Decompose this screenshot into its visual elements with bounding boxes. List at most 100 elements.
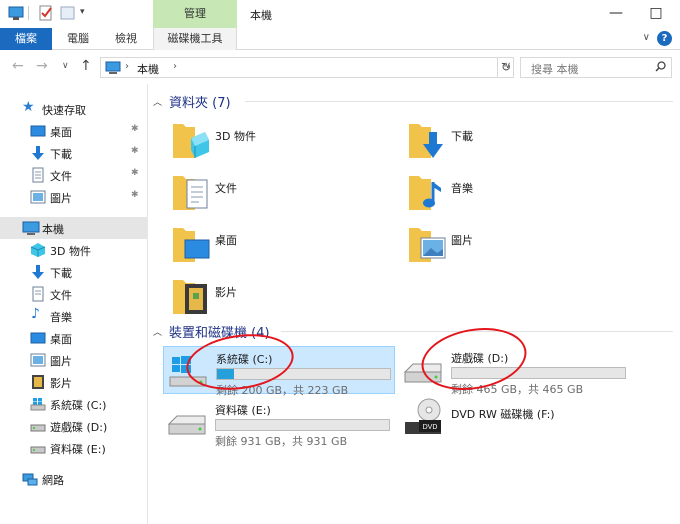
music-icon: ♪ — [31, 306, 40, 322]
recent-locations-icon[interactable]: ∨ — [62, 61, 69, 71]
nav-pc-item[interactable]: 圖片 — [0, 349, 147, 371]
folders-group-header[interactable]: ︿ 資料夾 (7) — [153, 92, 673, 111]
nav-pc-item-label: 文件 — [50, 289, 72, 302]
window-title: 本機 — [250, 9, 272, 22]
system-drive-icon — [30, 396, 46, 412]
drive-item-e[interactable]: 資料碟 (E:) 剩餘 931 GB，共 931 GB — [163, 398, 395, 448]
nav-pc-item[interactable]: ♪ 音樂 — [0, 305, 147, 327]
nav-pc-item-label: 圖片 — [50, 355, 72, 368]
desktop-icon — [30, 123, 46, 139]
pin-icon[interactable]: ✱ — [131, 190, 139, 200]
tab-computer[interactable]: 電腦 — [56, 28, 100, 50]
nav-quick-access[interactable]: ★ 快速存取 — [0, 98, 147, 120]
search-icon — [655, 61, 666, 75]
help-icon[interactable]: ? — [657, 31, 672, 46]
nav-pc-item-label: 遊戲碟 (D:) — [50, 421, 108, 434]
nav-pc-item-label: 桌面 — [50, 333, 72, 346]
maximize-button[interactable]: □ — [636, 2, 676, 26]
3d-objects-folder-icon — [171, 118, 211, 162]
ribbon-expand-icon[interactable]: ∨ — [643, 32, 650, 43]
pin-icon[interactable]: ✱ — [131, 146, 139, 156]
videos-icon — [30, 374, 46, 390]
nav-pc-item[interactable]: 系統碟 (C:) — [0, 393, 147, 415]
new-folder-icon[interactable] — [60, 5, 76, 24]
folder-item[interactable]: 桌面 — [171, 222, 391, 270]
search-input[interactable]: 搜尋 本機 — [520, 57, 672, 78]
nav-quick-item[interactable]: 文件 ✱ — [0, 164, 147, 186]
nav-quick-item-label: 圖片 — [50, 192, 72, 205]
dvd-drive-icon: DVD — [401, 398, 445, 434]
navigation-pane: ★ 快速存取 桌面 ✱ 下載 ✱ 文件 ✱ 圖片 ✱ 本機 3D 物件 下載 文… — [0, 84, 148, 524]
nav-pc-item[interactable]: 文件 — [0, 283, 147, 305]
forward-button[interactable]: → — [36, 58, 48, 74]
nav-network-label: 網路 — [42, 474, 64, 487]
ribbon-tabs: 檔案 電腦 檢視 磁碟機工具 ∨ ? — [0, 28, 680, 50]
folder-item-label: 圖片 — [451, 234, 473, 247]
breadcrumb-this-pc[interactable]: 本機 — [137, 61, 159, 77]
desktop-folder-icon — [171, 222, 211, 266]
hard-drive-icon — [30, 440, 46, 456]
nav-network[interactable]: 網路 — [0, 468, 147, 490]
folder-item[interactable]: 文件 — [171, 170, 391, 218]
downloads-folder-icon — [407, 118, 447, 162]
nav-pc-item-label: 3D 物件 — [50, 245, 91, 258]
pictures-icon — [30, 189, 46, 205]
network-icon — [22, 471, 38, 487]
breadcrumb-separator-icon[interactable]: › — [125, 61, 129, 72]
nav-this-pc[interactable]: 本機 — [0, 217, 147, 239]
nav-pc-item[interactable]: 資料碟 (E:) — [0, 437, 147, 459]
content-area: ︿ 資料夾 (7) 3D 物件 下載 文件 音樂 桌面 圖片 影片 ︿ 裝置和磁… — [149, 84, 680, 524]
nav-pc-item[interactable]: 3D 物件 — [0, 239, 147, 261]
tab-view[interactable]: 檢視 — [104, 28, 148, 50]
folder-item-label: 下載 — [451, 130, 473, 143]
nav-quick-access-label: 快速存取 — [42, 104, 86, 117]
address-toolbar: ← → ∨ ↑ › 本機 › ∨ ↻ 搜尋 本機 — [0, 50, 680, 84]
pin-icon[interactable]: ✱ — [131, 124, 139, 134]
customize-qat-icon[interactable]: ▾ — [80, 7, 85, 17]
nav-quick-item[interactable]: 圖片 ✱ — [0, 186, 147, 208]
folder-item-label: 影片 — [215, 286, 237, 299]
nav-pc-item[interactable]: 桌面 — [0, 327, 147, 349]
pin-icon[interactable]: ✱ — [131, 168, 139, 178]
nav-pc-item[interactable]: 遊戲碟 (D:) — [0, 415, 147, 437]
nav-quick-item-label: 桌面 — [50, 126, 72, 139]
breadcrumb-chevron-icon[interactable]: › — [173, 61, 177, 72]
nav-pc-item-label: 影片 — [50, 377, 72, 390]
nav-pc-item[interactable]: 下載 — [0, 261, 147, 283]
computer-icon[interactable] — [8, 5, 24, 24]
folder-item[interactable]: 音樂 — [407, 170, 627, 218]
tab-file[interactable]: 檔案 — [0, 28, 52, 50]
nav-pc-item[interactable]: 影片 — [0, 371, 147, 393]
nav-pc-item-label: 音樂 — [50, 311, 72, 324]
star-icon: ★ — [22, 99, 35, 115]
manage-context-tab[interactable]: 管理 — [153, 0, 237, 28]
this-pc-icon — [22, 220, 40, 236]
nav-quick-item[interactable]: 下載 ✱ — [0, 142, 147, 164]
folder-item[interactable]: 3D 物件 — [171, 118, 391, 166]
minimize-button[interactable]: — — [596, 2, 636, 26]
music-folder-icon — [407, 170, 447, 214]
refresh-button[interactable]: ↻ — [497, 57, 514, 78]
nav-pc-item-label: 下載 — [50, 267, 72, 280]
drive-name: DVD RW 磁碟機 (F:) — [451, 408, 555, 421]
collapse-chevron-icon[interactable]: ︿ — [153, 325, 162, 338]
hard-drive-icon — [165, 406, 209, 440]
drive-usage-bar — [215, 419, 390, 431]
folder-item[interactable]: 下載 — [407, 118, 627, 166]
back-button[interactable]: ← — [12, 58, 24, 74]
up-button[interactable]: ↑ — [80, 58, 92, 74]
tab-drive-tools[interactable]: 磁碟機工具 — [153, 28, 237, 50]
desktop-icon — [30, 330, 46, 346]
folder-item[interactable]: 影片 — [171, 274, 391, 322]
folder-item-label: 文件 — [215, 182, 237, 195]
properties-icon[interactable] — [38, 5, 54, 24]
nav-quick-item-label: 下載 — [50, 148, 72, 161]
hard-drive-icon — [30, 418, 46, 434]
download-icon — [30, 264, 46, 280]
drive-item-f[interactable]: DVD DVD RW 磁碟機 (F:) — [399, 398, 631, 446]
pictures-folder-icon — [407, 222, 447, 266]
nav-quick-item[interactable]: 桌面 ✱ — [0, 120, 147, 142]
collapse-chevron-icon[interactable]: ︿ — [153, 95, 162, 108]
folder-item[interactable]: 圖片 — [407, 222, 627, 270]
address-bar[interactable]: › 本機 › ∨ — [100, 57, 514, 78]
